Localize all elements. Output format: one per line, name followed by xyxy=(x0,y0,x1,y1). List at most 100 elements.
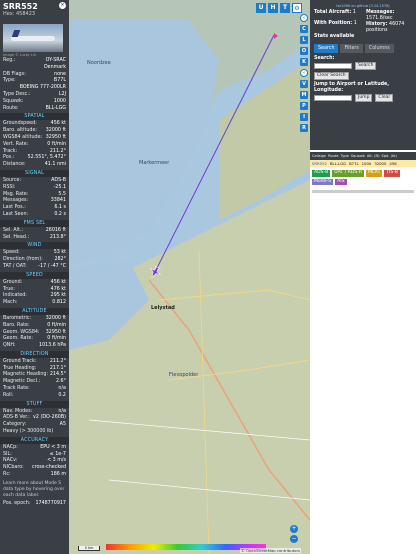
detail-row-value: 0.812 xyxy=(52,300,66,306)
detail-row-label: Ground Track: xyxy=(3,358,37,364)
basic-row-value: OY-SRAC xyxy=(45,58,66,63)
settings-gear-icon[interactable]: ⚙ xyxy=(292,3,302,13)
source-badge: AIS xyxy=(335,178,347,185)
detail-row-label: Vert. Rate: xyxy=(3,141,29,147)
basic-row-value: 1000 xyxy=(53,98,66,104)
aircraft-callsign: SRR552 xyxy=(3,2,38,11)
map-label-markermeer: Markermeer xyxy=(139,160,170,166)
basic-row-value: BLL-LGG xyxy=(45,105,66,111)
detail-row: Sel. Head.: 213.8° xyxy=(0,235,69,242)
detail-row-value: 32000 ft xyxy=(45,315,66,321)
column-header[interactable]: Spd. (kt) xyxy=(382,154,397,158)
search-button[interactable]: Search xyxy=(355,62,377,70)
detail-row-label: Track Rate: xyxy=(3,386,30,392)
tab-h[interactable]: H xyxy=(268,3,278,13)
basic-row: Denmark xyxy=(0,65,69,72)
basic-row-label: Type: xyxy=(3,78,16,84)
basic-row: Reg.: OY-SRAC xyxy=(0,58,69,65)
detail-row: Distance: 41.1 nmi xyxy=(0,162,69,169)
control-l[interactable]: L xyxy=(300,36,308,44)
zoom-in-button[interactable]: + xyxy=(290,525,298,533)
column-header[interactable]: Callsign xyxy=(312,154,326,158)
map-attribution[interactable]: © OpenStreetMap contributors xyxy=(240,548,301,553)
map-label-flevopolder: Flevopolder xyxy=(169,372,199,378)
detail-row: Heavy (> 300000 lb) xyxy=(0,429,69,436)
column-header[interactable]: Type xyxy=(341,154,349,158)
map-view[interactable]: Noordzee Markermeer Lelystad Flevopolder xyxy=(69,0,310,554)
detail-row: Direction (from): 282° xyxy=(0,257,69,264)
version-link[interactable]: tar1090 on github (3.14.1578) xyxy=(314,2,412,10)
detail-row-value: 32000 ft xyxy=(45,128,66,134)
tab-search[interactable]: Search xyxy=(314,44,339,53)
detail-row-value: 0 ft/min xyxy=(47,322,66,328)
detail-row-value: 0.2 xyxy=(58,392,66,398)
table-cell: 456 xyxy=(389,161,397,166)
column-header[interactable]: Route xyxy=(328,154,338,158)
back-arrow-icon[interactable]: ‹ xyxy=(300,14,308,22)
detail-row-label: Baro. altitude: xyxy=(3,128,38,134)
detail-row-value: 213.8° xyxy=(49,234,66,240)
detail-row: TAT / OAT: -17 / -47 °C xyxy=(0,264,69,271)
basic-row-label: Reg.: xyxy=(3,58,16,63)
detail-row-label: WGS84 altitude: xyxy=(3,134,43,140)
basic-row-label: Route: xyxy=(3,105,19,111)
section-header: WIND xyxy=(0,242,69,250)
aircraft-photo[interactable] xyxy=(3,24,63,52)
source-legend: ADS-B UAT / ADS-R MLAT TIS-B Mode-S AIS xyxy=(310,167,416,188)
stat-with-position: With Position: 1 xyxy=(314,21,357,26)
right-tabs: Search Filters Columns xyxy=(314,44,412,53)
detail-row: Last Pos.: 6.1 s xyxy=(0,205,69,212)
control-o[interactable]: O xyxy=(300,47,308,55)
clear-button[interactable]: Clear xyxy=(375,94,394,102)
tab-t[interactable]: T xyxy=(280,3,290,13)
map-scale: 5 km xyxy=(78,546,100,551)
source-badge: UAT / ADS-R xyxy=(332,170,365,177)
map-canvas xyxy=(69,0,310,554)
detail-row-label: Source: xyxy=(3,177,22,183)
clear-search-button[interactable]: Clear Search xyxy=(314,72,349,80)
section-header: ALTITUDE xyxy=(0,307,69,315)
stats-available-link[interactable]: Stats available xyxy=(314,34,412,40)
section-header: ACCURACY xyxy=(0,436,69,444)
basic-row-label: Type Desc.: xyxy=(3,91,31,97)
control-i[interactable]: I xyxy=(300,113,308,121)
detail-row-value: 6.1 s xyxy=(54,205,66,211)
control-p[interactable]: P xyxy=(300,102,308,110)
detail-row-label: RSSI: xyxy=(3,184,16,190)
table-cell: SRR552 xyxy=(312,161,327,166)
detail-row-value: 41.1 nmi xyxy=(44,162,66,168)
detail-row-label: Barometric: xyxy=(3,315,32,321)
detail-row-label: Roll: xyxy=(3,392,14,398)
column-header[interactable]: Squawk xyxy=(351,154,365,158)
control-v[interactable]: V xyxy=(300,80,308,88)
control-k[interactable]: K xyxy=(300,58,308,66)
search-input[interactable] xyxy=(314,63,352,69)
control-r[interactable]: R xyxy=(300,124,308,132)
source-badge: TIS-B xyxy=(384,170,401,177)
jump-button[interactable]: Jump xyxy=(355,94,373,102)
basic-row-value: Denmark xyxy=(43,64,66,70)
table-cell: 32000 xyxy=(374,161,387,166)
tab-filters[interactable]: Filters xyxy=(340,44,363,53)
detail-row-value: 456 kt xyxy=(50,279,66,285)
jump-input[interactable] xyxy=(314,95,352,101)
control-c[interactable]: C xyxy=(300,25,308,33)
control-m[interactable]: M xyxy=(300,91,308,99)
zoom-out-button[interactable]: − xyxy=(290,535,298,543)
stat-total-aircraft: Total Aircraft: 1 xyxy=(314,10,356,15)
table-row[interactable]: SRR552 BLL-LGG B77L 1000 32000 456 xyxy=(310,160,416,167)
tab-columns[interactable]: Columns xyxy=(364,44,394,53)
detail-row-value: 0.2 s xyxy=(54,211,66,217)
column-header[interactable]: Alt. (ft) xyxy=(367,154,380,158)
jump-row: Jump Clear xyxy=(314,94,412,102)
detail-row-label: Last Pos.: xyxy=(3,205,26,211)
detail-row: Vert. Rate: 0 ft/min xyxy=(0,142,69,149)
collapse-arrow-icon[interactable]: ‹ xyxy=(300,69,308,77)
detail-row: Track Rate: n/a xyxy=(0,386,69,393)
detail-row-label: Sel. Head.: xyxy=(3,234,30,240)
tab-u[interactable]: U xyxy=(256,3,266,13)
horizontal-scrollbar[interactable] xyxy=(312,190,414,193)
basic-row-value: L2J xyxy=(58,91,66,97)
close-icon[interactable]: × xyxy=(59,2,66,9)
section-header: STUFF xyxy=(0,400,69,408)
